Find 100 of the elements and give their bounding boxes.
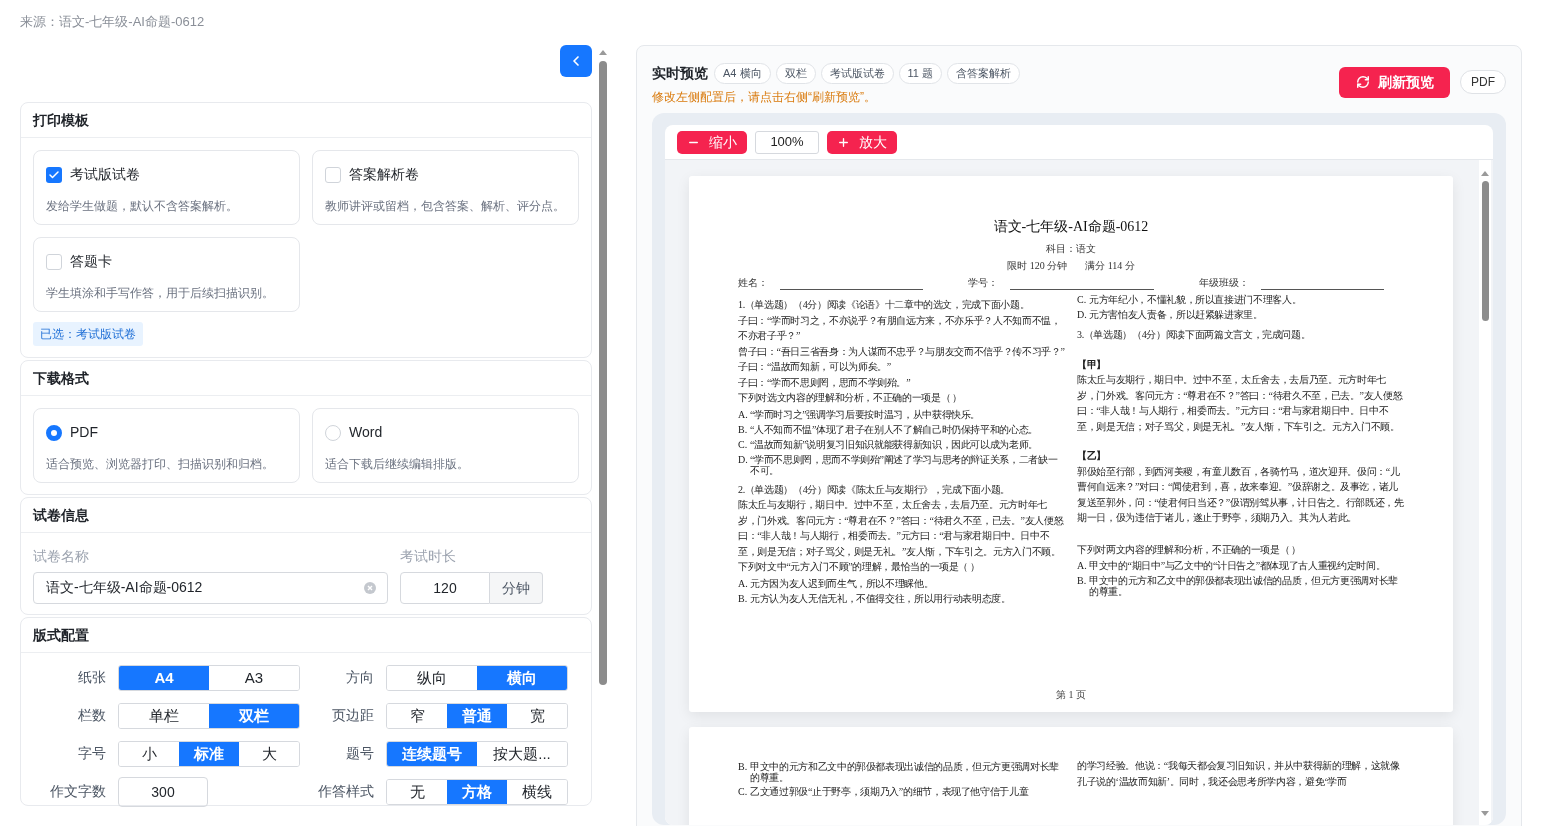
passage-text: 陈太丘与友期行，期日中。过中不至，太丘舍去，去后乃至。元方时年七岁，门外戏。客问元方：“尊君在不？”答曰：“待君久不至，已去。”友人便怒曰：“非人哉！与人期行，相委而去。”元方曰：“君与家君期日中。日中不至，则是无信；对子骂父，则是无礼。”友人惭，下车引之。元方入门不顾。 — [1077, 373, 1404, 434]
choice-text: “学而时习之”强调学习后要按时温习，从中获得快乐。 — [750, 408, 981, 421]
card-title: 试卷信息 — [33, 505, 89, 525]
passage-text: 子曰：“学而不思则罔，思而不学则殆。” — [738, 375, 912, 390]
time-limit: 限时 120 分钟 — [1007, 259, 1068, 273]
scrollbar-thumb[interactable] — [1481, 181, 1489, 321]
passage-text: 下列对选文内容的理解和分析，不正确的一项是（ ） — [738, 391, 964, 405]
passage-text: 子曰：“学而时习之，不亦说乎？有朋自远方来，不亦乐乎？人不知而不愠，不亦君子乎？” — [738, 313, 1062, 343]
collapse-button[interactable] — [560, 45, 592, 77]
segment-option[interactable]: 方格 — [447, 779, 507, 804]
passage-label: 【乙】 — [1077, 449, 1107, 463]
choice-text: 甲文中的元方和乙文中的郭伋都表现出诚信的品质，但元方更强调对长辈的尊重。 — [750, 761, 1060, 783]
info-chip: 考试版试卷 — [820, 63, 894, 84]
zoom-in-button[interactable]: 放大 — [827, 130, 897, 154]
scrollbar-thumb[interactable] — [599, 61, 607, 685]
segment-option[interactable]: A4 — [119, 665, 209, 690]
option-label: 考试版试卷 — [70, 165, 140, 184]
refresh-icon — [1355, 75, 1370, 89]
option-card[interactable]: Word 适合下载后继续编辑排版。 — [312, 408, 579, 483]
paper-title: 语文-七年级-AI命题-0612 — [993, 218, 1149, 236]
full-score: 满分 114 分 — [1085, 259, 1135, 273]
word-count-field[interactable]: 300 — [118, 776, 208, 807]
paper-subject: 科目：语文 — [1046, 242, 1096, 256]
option-card[interactable]: PDF 适合预览、浏览器打印、扫描识别和归档。 — [33, 408, 300, 483]
setting-label: 题号 — [345, 744, 375, 763]
segment-option[interactable]: 横向 — [477, 665, 567, 690]
choice-text: 元方年纪小，不懂礼貌，所以直接进门不理客人。 — [1089, 294, 1302, 306]
setting-label: 栏数 — [77, 706, 107, 725]
paper-name-field[interactable]: 语文-七年级-AI命题-0612 — [33, 572, 388, 604]
zoom-out-button[interactable]: 缩小 — [677, 130, 747, 154]
unit-label: 分钟 — [490, 572, 543, 604]
choice-text: “温故而知新”说明复习旧知识就能获得新知识，因此可以成为老师。 — [750, 438, 1039, 451]
checkbox[interactable] — [46, 166, 62, 183]
clear-icon[interactable] — [364, 582, 376, 594]
option-description: 教师讲评或留档，包含答案、解析、评分点。 — [325, 198, 566, 215]
choice-text: “人不知而不愠”体现了君子在别人不了解自己时仍保持平和的心态。 — [750, 423, 1039, 436]
refresh-button[interactable]: 刷新预览 — [1339, 66, 1450, 98]
card-title: 打印模板 — [33, 110, 89, 130]
card-title: 版式配置 — [33, 625, 89, 645]
field-label: 试卷名称 — [33, 547, 90, 566]
page-number: 第 1 页 — [1056, 688, 1086, 702]
passage-text: 的学习经验。他说：“我每天都会复习旧知识，并从中获得新的理解，这就像孔子说的‘温故而知新’。同时，我还会思考所学内容，避免‘学而 — [1077, 759, 1401, 789]
radio-button[interactable] — [46, 424, 62, 441]
choice-text: 乙文通过郭伋“止于野亭，须期乃入”的细节，表现了他守信于儿童 — [750, 786, 1029, 798]
passage-text: 郭伋始至行部，到西河美稷，有童儿数百，各骑竹马，道次迎拜。伋问：“儿曹何自远来？”对曰：“闻使君到，喜，故来奉迎。”伋辞谢之。及事讫，诸儿复送至郭外，问：“使君何日当还？”伋谓别驾从事，计日告之。行部既还，先期一日，伋为违信于诸儿，遂止于野亭，须期乃入。其为人若此。 — [1077, 464, 1404, 525]
choice-text: 元方认为友人无信无礼，不值得交往，所以用行动表明态度。 — [750, 592, 1011, 605]
info-chip: 11 题 — [898, 63, 942, 84]
option-card[interactable]: 考试版试卷 发给学生做题，默认不含答案解析。 — [33, 150, 300, 225]
preview-title: 实时预览 — [652, 64, 708, 83]
choice-letter: C. — [738, 438, 749, 451]
choice-letter: D. — [738, 453, 749, 467]
passage-text: 下列对两文内容的理解和分析，不正确的一项是（ ） — [1077, 542, 1303, 557]
option-card[interactable]: 答案解析卷 教师讲评或留档，包含答案、解析、评分点。 — [312, 150, 579, 225]
choice-text: 元方因为友人迟到而生气，所以不理睬他。 — [750, 577, 934, 590]
option-description: 发给学生做题，默认不含答案解析。 — [46, 198, 239, 215]
passage-text: 下列对文中“元方入门不顾”的理解，最恰当的一项是（ ） — [738, 560, 981, 574]
question-stem: 2.（单选题）（4分）阅读《陈太丘与友期行》，完成下面小题。 — [738, 482, 1011, 497]
segment-option[interactable]: 普通 — [447, 703, 507, 728]
choice-letter: C. — [1077, 294, 1088, 306]
field-label: 学号： — [968, 276, 999, 290]
choice-letter: B. — [738, 592, 749, 605]
choice-letter: D. — [1077, 309, 1088, 321]
segment-option[interactable]: 连续题号 — [387, 741, 477, 766]
selection-tag: 已选：考试版试卷 — [33, 322, 143, 346]
checkbox[interactable] — [46, 253, 62, 270]
checkbox[interactable] — [325, 166, 341, 183]
source-text: 来源：语文-七年级-AI命题-0612 — [20, 14, 205, 29]
choice-text: 甲文中的元方和乙文中的郭伋都表现出诚信的品质，但元方更强调对长辈的尊重。 — [1089, 575, 1399, 597]
setting-label: 作答样式 — [317, 782, 375, 801]
choice-text: 元方害怕友人责备，所以赶紧躲进家里。 — [1089, 309, 1263, 321]
duration-field[interactable]: 120 — [400, 572, 490, 604]
option-label: 答题卡 — [70, 252, 112, 271]
passage-label: 【甲】 — [1077, 357, 1107, 372]
hint-text: 修改左侧配置后，请点击右侧“刷新预览”。 — [652, 89, 877, 106]
question-stem: 1.（单选题）（4分）阅读《论语》十二章中的选文，完成下面小题。 — [738, 298, 1031, 312]
scroll-up-arrow-icon[interactable] — [1481, 170, 1489, 176]
info-chip: 含答案解析 — [947, 63, 1020, 84]
scroll-up-arrow-icon[interactable] — [599, 49, 607, 55]
option-card[interactable]: 答题卡 学生填涂和手写作答，用于后续扫描识别。 — [33, 237, 300, 312]
option-description: 适合下载后继续编辑排版。 — [325, 456, 470, 473]
plus-icon — [837, 135, 850, 149]
zoom-level: 100% — [755, 130, 819, 154]
segment-option[interactable]: 双栏 — [209, 703, 299, 728]
choice-text: “学而不思则罔，思而不学则殆”阐述了学习与思考的辩证关系，二者缺一不可。 — [750, 453, 1059, 476]
info-chip: 双栏 — [775, 63, 816, 84]
option-description: 适合预览、浏览器打印、扫描识别和归档。 — [46, 456, 275, 473]
passage-text: 曾子曰：“吾日三省吾身：为人谋而不忠乎？与朋友交而不信乎？传不习乎？” — [738, 344, 1065, 359]
choice-letter: B. — [738, 423, 749, 436]
scrollbar[interactable] — [1479, 160, 1491, 825]
segment-option[interactable]: 标准 — [179, 741, 239, 766]
field-label: 姓名： — [738, 276, 768, 290]
choice-letter: B. — [738, 761, 749, 774]
pdf-button[interactable]: PDF — [1460, 70, 1506, 94]
setting-label: 纸张 — [77, 668, 107, 687]
field-label: 考试时长 — [400, 547, 457, 566]
question-stem: 3.（单选题）（4分）阅读下面两篇文言文，完成问题。 — [1077, 328, 1312, 342]
option-label: PDF — [70, 423, 98, 442]
choice-letter: A. — [738, 408, 749, 421]
scroll-down-arrow-icon[interactable] — [1481, 811, 1489, 817]
choice-letter: A. — [738, 577, 749, 590]
